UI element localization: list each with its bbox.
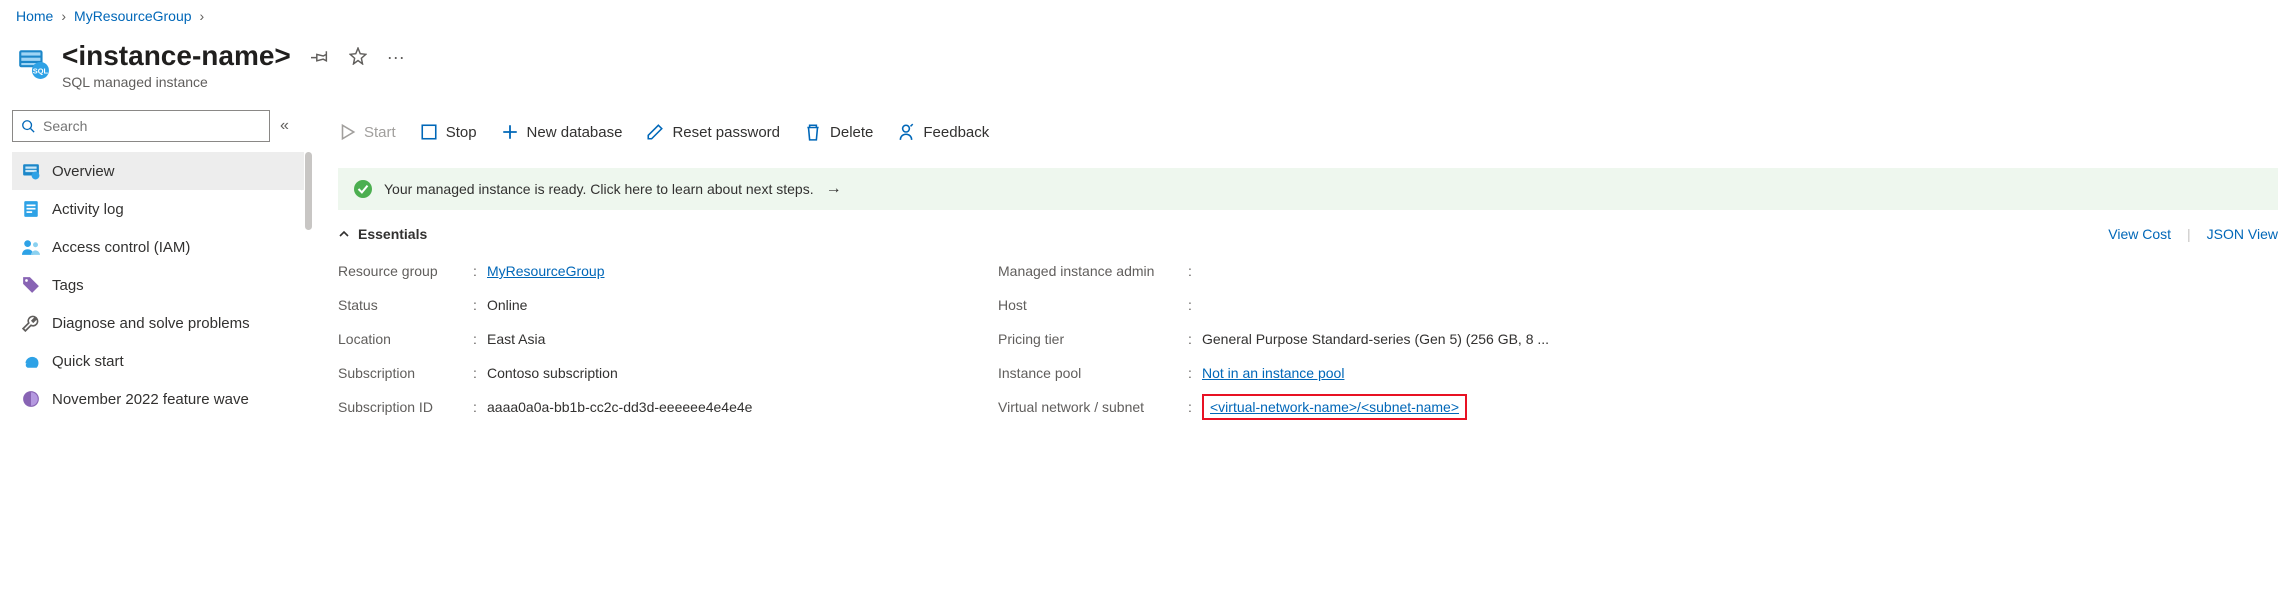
json-view-link[interactable]: JSON View	[2207, 226, 2278, 242]
delete-button[interactable]: Delete	[804, 123, 873, 141]
kv-key-location: Location	[338, 331, 473, 347]
kv-key-resource-group: Resource group	[338, 263, 473, 279]
sidebar-item-diagnose[interactable]: Diagnose and solve problems	[12, 304, 304, 342]
chevron-up-icon	[338, 228, 350, 240]
page-title: <instance-name>	[62, 40, 291, 72]
breadcrumb-resource-group[interactable]: MyResourceGroup	[74, 8, 192, 24]
sidebar: « Overview Activity log Access control (…	[0, 110, 310, 418]
kv-val-status: Online	[487, 297, 527, 313]
sidebar-item-label: Overview	[52, 163, 115, 180]
play-icon	[338, 123, 356, 141]
kv-key-instance-pool: Instance pool	[998, 365, 1188, 381]
chevron-right-icon: ›	[200, 8, 205, 24]
sidebar-item-overview[interactable]: Overview	[12, 152, 304, 190]
search-input[interactable]	[43, 118, 261, 134]
kv-val-subscription-id: aaaa0a0a-bb1b-cc2c-dd3d-eeeeee4e4e4e	[487, 399, 752, 415]
sidebar-item-tags[interactable]: Tags	[12, 266, 304, 304]
kv-val-subscription: Contoso subscription	[487, 365, 618, 381]
pin-icon[interactable]	[311, 47, 329, 65]
edit-icon	[646, 123, 664, 141]
breadcrumb-home[interactable]: Home	[16, 8, 53, 24]
stop-icon	[420, 123, 438, 141]
essentials-grid: Resource group : MyResourceGroup Status …	[338, 254, 2278, 424]
vnet-highlight: <virtual-network-name>/<subnet-name>	[1202, 394, 1467, 420]
breadcrumb: Home › MyResourceGroup ›	[0, 0, 2290, 28]
kv-key-admin: Managed instance admin	[998, 263, 1188, 279]
sidebar-item-label: Tags	[52, 277, 84, 294]
view-cost-link[interactable]: View Cost	[2108, 226, 2171, 242]
kv-key-subscription-id: Subscription ID	[338, 399, 473, 415]
essentials-toggle[interactable]: Essentials	[338, 226, 427, 242]
toolbar-label: Start	[364, 124, 396, 141]
kv-key-host: Host	[998, 297, 1188, 313]
separator: |	[2187, 226, 2191, 242]
feature-wave-icon	[22, 390, 40, 408]
sidebar-item-activity-log[interactable]: Activity log	[12, 190, 304, 228]
sidebar-item-label: Access control (IAM)	[52, 239, 190, 256]
star-icon[interactable]	[349, 47, 367, 65]
page-header: SQL <instance-name> ··· SQL managed inst…	[0, 28, 2290, 110]
quick-start-icon	[22, 352, 40, 370]
instance-pool-link[interactable]: Not in an instance pool	[1202, 365, 1344, 381]
reset-password-button[interactable]: Reset password	[646, 123, 780, 141]
tags-icon	[22, 276, 40, 294]
info-message: Your managed instance is ready. Click he…	[384, 181, 814, 197]
search-box[interactable]	[12, 110, 270, 142]
page-subtitle: SQL managed instance	[62, 74, 405, 90]
sidebar-item-quick-start[interactable]: Quick start	[12, 342, 304, 380]
kv-key-pricing-tier: Pricing tier	[998, 331, 1188, 347]
chevron-right-icon: ›	[61, 8, 66, 24]
activity-log-icon	[22, 200, 40, 218]
diagnose-icon	[22, 314, 40, 332]
plus-icon	[501, 123, 519, 141]
info-bar[interactable]: Your managed instance is ready. Click he…	[338, 168, 2278, 210]
sidebar-nav: Overview Activity log Access control (IA…	[12, 152, 304, 418]
success-icon	[354, 180, 372, 198]
svg-text:SQL: SQL	[33, 67, 49, 76]
kv-key-status: Status	[338, 297, 473, 313]
sidebar-item-access-control[interactable]: Access control (IAM)	[12, 228, 304, 266]
access-control-icon	[22, 238, 40, 256]
stop-button[interactable]: Stop	[420, 123, 477, 141]
arrow-right-icon: →	[826, 180, 842, 198]
main-content: Start Stop New database Reset password	[310, 110, 2290, 424]
resource-group-link[interactable]: MyResourceGroup	[487, 263, 605, 279]
toolbar-label: Stop	[446, 124, 477, 141]
more-icon[interactable]: ···	[387, 47, 405, 65]
toolbar-label: Delete	[830, 124, 873, 141]
sidebar-item-feature-wave[interactable]: November 2022 feature wave	[12, 380, 304, 418]
feedback-icon	[897, 123, 915, 141]
start-button[interactable]: Start	[338, 123, 396, 141]
sidebar-item-label: Activity log	[52, 201, 124, 218]
delete-icon	[804, 123, 822, 141]
kv-val-pricing-tier: General Purpose Standard-series (Gen 5) …	[1202, 331, 1549, 347]
search-icon	[21, 119, 35, 133]
toolbar: Start Stop New database Reset password	[338, 110, 2278, 154]
toolbar-label: Reset password	[672, 124, 780, 141]
toolbar-label: New database	[527, 124, 623, 141]
sql-managed-instance-icon: SQL	[16, 46, 50, 80]
toolbar-label: Feedback	[923, 124, 989, 141]
essentials-header: Essentials	[358, 226, 427, 242]
sidebar-scrollbar[interactable]	[305, 152, 312, 230]
sidebar-item-label: Diagnose and solve problems	[52, 315, 250, 332]
kv-key-subscription: Subscription	[338, 365, 473, 381]
kv-val-location: East Asia	[487, 331, 545, 347]
sidebar-item-label: November 2022 feature wave	[52, 391, 249, 408]
kv-key-vnet: Virtual network / subnet	[998, 399, 1188, 415]
overview-icon	[22, 162, 40, 180]
sidebar-item-label: Quick start	[52, 353, 124, 370]
collapse-sidebar-icon[interactable]: «	[280, 117, 289, 135]
feedback-button[interactable]: Feedback	[897, 123, 989, 141]
new-database-button[interactable]: New database	[501, 123, 623, 141]
vnet-link[interactable]: <virtual-network-name>/<subnet-name>	[1210, 399, 1459, 415]
